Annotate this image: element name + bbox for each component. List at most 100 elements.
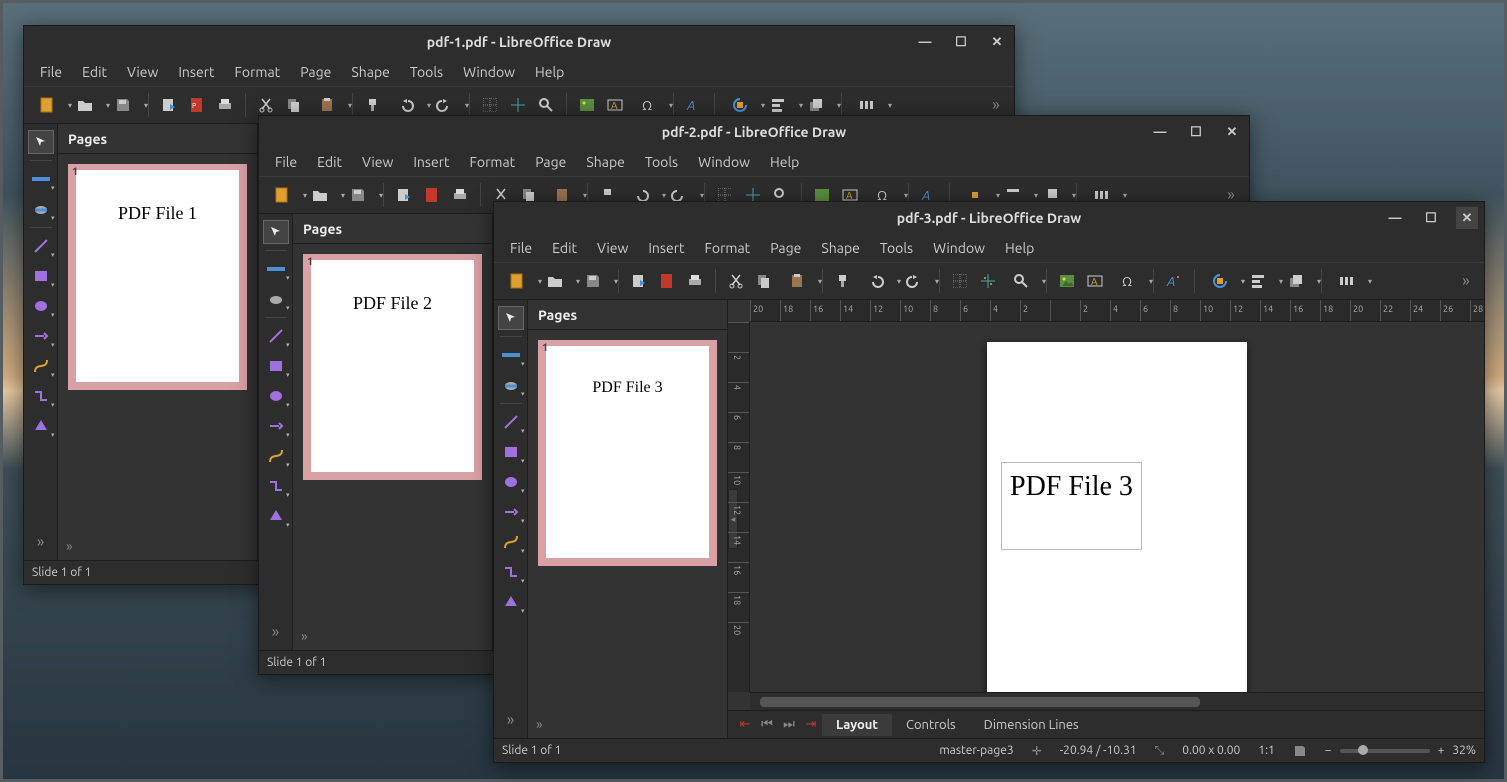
line-tool-icon[interactable] xyxy=(498,410,524,434)
arrange-button[interactable] xyxy=(1279,269,1313,293)
status-scale[interactable]: 1:1 xyxy=(1258,744,1275,757)
shapes-tool-icon[interactable] xyxy=(28,414,54,438)
zoom-in-icon[interactable]: + xyxy=(1438,744,1445,757)
menu-window[interactable]: Window xyxy=(688,150,760,174)
pointer-tool-icon[interactable] xyxy=(263,220,289,244)
line-color-icon[interactable] xyxy=(498,343,524,367)
menu-insert[interactable]: Insert xyxy=(168,60,224,84)
line-color-icon[interactable] xyxy=(28,167,54,191)
connector-tool-icon[interactable] xyxy=(263,474,289,498)
titlebar[interactable]: pdf-1.pdf - LibreOffice Draw — ☐ ✕ xyxy=(24,26,1014,58)
scrollbar-horizontal[interactable] xyxy=(750,692,1484,710)
undo-button[interactable] xyxy=(389,93,423,117)
snap-guides-button[interactable] xyxy=(976,269,1000,293)
menu-window[interactable]: Window xyxy=(923,236,995,260)
maximize-button[interactable]: ☐ xyxy=(950,31,972,53)
menu-help[interactable]: Help xyxy=(760,150,809,174)
minimize-button[interactable]: — xyxy=(1149,121,1171,143)
tab-layout[interactable]: Layout xyxy=(822,714,892,736)
menu-edit[interactable]: Edit xyxy=(307,150,352,174)
image-button[interactable] xyxy=(1055,269,1079,293)
pointer-tool-icon[interactable] xyxy=(498,306,524,330)
align-button[interactable] xyxy=(1241,269,1275,293)
ruler-vertical[interactable]: 2468101214161820 xyxy=(728,322,750,692)
save-indicator-icon[interactable] xyxy=(1293,744,1307,758)
transform-button[interactable] xyxy=(1203,269,1237,293)
fontwork-button[interactable]: A xyxy=(682,93,706,117)
arrow-tool-icon[interactable] xyxy=(263,414,289,438)
zoom-out-icon[interactable]: − xyxy=(1325,744,1332,757)
page-thumbnail[interactable]: 1 PDF File 3 xyxy=(538,340,717,566)
menu-tools[interactable]: Tools xyxy=(635,150,688,174)
menu-shape[interactable]: Shape xyxy=(341,60,399,84)
menu-file[interactable]: File xyxy=(265,150,307,174)
print-button[interactable] xyxy=(683,269,707,293)
panel-expand-icon[interactable]: » xyxy=(301,628,308,644)
expand-more-icon[interactable]: » xyxy=(28,530,54,554)
rect-tool-icon[interactable] xyxy=(263,354,289,378)
menu-page[interactable]: Page xyxy=(760,236,811,260)
menu-edit[interactable]: Edit xyxy=(542,236,587,260)
grid-button[interactable] xyxy=(948,269,972,293)
distribute-button[interactable] xyxy=(850,93,884,117)
menu-shape[interactable]: Shape xyxy=(576,150,634,174)
prev-page-icon[interactable]: ⏮ xyxy=(756,717,778,732)
menu-page[interactable]: Page xyxy=(525,150,576,174)
grid-button[interactable] xyxy=(478,93,502,117)
ellipse-tool-icon[interactable] xyxy=(263,384,289,408)
export-button[interactable] xyxy=(157,93,181,117)
zoom-button[interactable] xyxy=(1004,269,1038,293)
special-char-button[interactable]: Ω xyxy=(631,93,665,117)
menu-page[interactable]: Page xyxy=(290,60,341,84)
align-button[interactable] xyxy=(761,93,795,117)
menu-tools[interactable]: Tools xyxy=(870,236,923,260)
panel-expand-icon[interactable]: » xyxy=(536,716,543,732)
textbox-button[interactable]: A xyxy=(1083,269,1107,293)
menu-help[interactable]: Help xyxy=(995,236,1044,260)
clone-format-button[interactable] xyxy=(361,93,385,117)
new-doc-button[interactable] xyxy=(500,269,534,293)
fill-color-icon[interactable] xyxy=(263,287,289,311)
print-button[interactable] xyxy=(213,93,237,117)
distribute-button[interactable] xyxy=(1330,269,1364,293)
menu-insert[interactable]: Insert xyxy=(403,150,459,174)
textbox-content[interactable]: PDF File 3 xyxy=(1001,462,1142,550)
expand-more-icon[interactable]: » xyxy=(263,620,289,644)
redo-button[interactable] xyxy=(897,269,931,293)
export-button[interactable] xyxy=(392,183,416,207)
cut-button[interactable] xyxy=(254,93,278,117)
fill-color-icon[interactable] xyxy=(28,197,54,221)
titlebar[interactable]: pdf-3.pdf - LibreOffice Draw — ☐ ✕ xyxy=(494,202,1484,234)
menu-insert[interactable]: Insert xyxy=(638,236,694,260)
fill-color-icon[interactable] xyxy=(498,373,524,397)
menu-tools[interactable]: Tools xyxy=(400,60,453,84)
curve-tool-icon[interactable] xyxy=(28,354,54,378)
last-page-icon[interactable]: ⇥ xyxy=(800,717,822,732)
line-tool-icon[interactable] xyxy=(263,324,289,348)
page-canvas[interactable]: PDF File 3 xyxy=(987,342,1247,692)
tab-controls[interactable]: Controls xyxy=(892,714,970,736)
menu-view[interactable]: View xyxy=(587,236,638,260)
open-button[interactable] xyxy=(68,93,102,117)
arrow-tool-icon[interactable] xyxy=(498,500,524,524)
special-char-button[interactable]: Ω xyxy=(1111,269,1145,293)
shapes-tool-icon[interactable] xyxy=(498,590,524,614)
menu-format[interactable]: Format xyxy=(695,236,761,260)
next-page-icon[interactable]: ⏭ xyxy=(778,717,800,732)
zoom-slider[interactable] xyxy=(1340,749,1430,753)
maximize-button[interactable]: ☐ xyxy=(1185,121,1207,143)
minimize-button[interactable]: — xyxy=(914,31,936,53)
arrow-tool-icon[interactable] xyxy=(28,324,54,348)
new-doc-button[interactable] xyxy=(265,183,299,207)
undo-button[interactable] xyxy=(859,269,893,293)
fontwork-button[interactable]: A xyxy=(1162,269,1186,293)
rect-tool-icon[interactable] xyxy=(28,264,54,288)
tab-dimension[interactable]: Dimension Lines xyxy=(970,714,1093,736)
export-pdf-button[interactable]: P xyxy=(185,93,209,117)
clone-format-button[interactable] xyxy=(831,269,855,293)
connector-tool-icon[interactable] xyxy=(498,560,524,584)
zoom-value[interactable]: 32% xyxy=(1452,744,1476,757)
menu-help[interactable]: Help xyxy=(525,60,574,84)
snap-guides-button[interactable] xyxy=(506,93,530,117)
copy-button[interactable] xyxy=(752,269,776,293)
